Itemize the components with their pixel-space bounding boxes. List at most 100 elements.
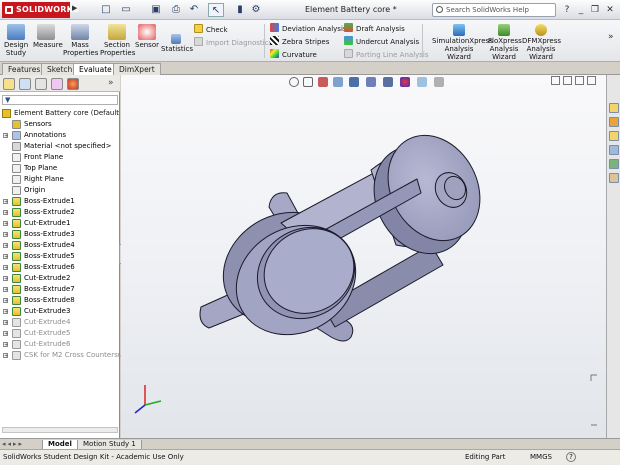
- import-diagnostics-button[interactable]: Import Diagnostics: [194, 37, 272, 48]
- expand-icon[interactable]: +: [3, 265, 8, 271]
- minimize-button[interactable]: _: [574, 4, 588, 16]
- ribbon-expand-icon[interactable]: »: [608, 32, 614, 42]
- status-help-icon[interactable]: ?: [566, 452, 576, 462]
- panel-expand-icon[interactable]: »: [108, 78, 114, 88]
- tree-item[interactable]: + Boss-Extrude6: [0, 262, 120, 273]
- tree-item-label: Material <not specified>: [24, 142, 112, 150]
- configuration-manager-tab-icon[interactable]: [35, 78, 47, 90]
- menu-arrow-icon[interactable]: ▶: [72, 4, 82, 16]
- expand-icon[interactable]: +: [3, 221, 8, 227]
- tree-item[interactable]: + CSK for M2 Cross Countersunk I: [0, 350, 135, 361]
- tree-item-label: Cut-Extrude2: [24, 274, 71, 282]
- measure-button[interactable]: Measure: [33, 24, 63, 49]
- dfmxpress-button[interactable]: DFMXpress Analysis Wizard: [522, 24, 561, 61]
- restore-button[interactable]: ❐: [588, 4, 602, 16]
- save-icon[interactable]: ▣: [148, 3, 164, 17]
- expand-icon[interactable]: +: [3, 298, 8, 304]
- import-diagnostics-icon: [194, 37, 203, 46]
- zebra-stripes-button[interactable]: Zebra Stripes: [270, 36, 329, 47]
- design-study-button[interactable]: Design Study: [4, 24, 28, 57]
- feature-icon: [12, 219, 21, 228]
- expand-icon[interactable]: +: [3, 276, 8, 282]
- tree-item[interactable]: Front Plane: [0, 152, 120, 163]
- options-icon[interactable]: ⚙: [248, 3, 264, 17]
- search-results-icon[interactable]: [609, 145, 619, 155]
- expand-icon[interactable]: +: [3, 254, 8, 260]
- status-units[interactable]: MMGS: [530, 450, 552, 464]
- undercut-analysis-button[interactable]: Undercut Analysis: [344, 36, 419, 47]
- tab-scroll-arrows-icon[interactable]: ◂◂▸▸: [2, 440, 24, 448]
- expand-icon[interactable]: +: [3, 199, 8, 205]
- expand-icon[interactable]: +: [3, 287, 8, 293]
- design-library-icon[interactable]: [609, 117, 619, 127]
- dimxpert-manager-tab-icon[interactable]: [51, 78, 63, 90]
- solidworks-logo[interactable]: SOLIDWORKS: [2, 2, 79, 18]
- feature-icon: [12, 285, 21, 294]
- tree-item[interactable]: Material <not specified>: [0, 141, 120, 152]
- file-explorer-icon[interactable]: [609, 131, 619, 141]
- check-button[interactable]: Check: [194, 24, 228, 35]
- expand-icon[interactable]: +: [3, 232, 8, 238]
- sensor-button[interactable]: Sensor: [135, 24, 159, 49]
- tree-item[interactable]: + Boss-Extrude8: [0, 295, 120, 306]
- appearances-icon[interactable]: [609, 173, 619, 183]
- tree-item[interactable]: + Cut-Extrude2: [0, 273, 120, 284]
- tree-item[interactable]: Origin: [0, 185, 120, 196]
- expand-icon[interactable]: +: [3, 133, 8, 139]
- mass-properties-button[interactable]: Mass Properties: [63, 24, 98, 57]
- expand-icon[interactable]: +: [3, 331, 8, 337]
- tree-item[interactable]: + Cut-Extrude4: [0, 317, 120, 328]
- open-folder-icon[interactable]: ▭: [118, 3, 134, 17]
- expand-icon[interactable]: +: [3, 243, 8, 249]
- tab-dimxpert[interactable]: DimXpert: [113, 63, 161, 75]
- view-palette-icon[interactable]: [609, 159, 619, 169]
- graphics-area[interactable]: [121, 75, 606, 438]
- tree-item[interactable]: + Boss-Extrude3: [0, 229, 120, 240]
- tree-item[interactable]: + Annotations: [0, 130, 120, 141]
- tree-item[interactable]: Right Plane: [0, 174, 120, 185]
- draft-analysis-button[interactable]: Draft Analysis: [344, 23, 405, 34]
- undo-icon[interactable]: ↶: [186, 3, 202, 17]
- new-document-icon[interactable]: □: [98, 3, 114, 17]
- expand-icon[interactable]: +: [3, 210, 8, 216]
- tree-item[interactable]: + Boss-Extrude1: [0, 196, 120, 207]
- statistics-button[interactable]: Statistics: [161, 34, 193, 53]
- select-arrow-icon[interactable]: ↖: [208, 3, 224, 17]
- print-icon[interactable]: ⎙: [168, 3, 184, 17]
- tree-item[interactable]: + Boss-Extrude7: [0, 284, 120, 295]
- floxpress-button[interactable]: FloXpress Analysis Wizard: [488, 24, 522, 61]
- tree-item[interactable]: + Cut-Extrude1: [0, 218, 120, 229]
- help-search-input[interactable]: Search SolidWorks Help: [432, 3, 556, 17]
- tree-item[interactable]: + Cut-Extrude3: [0, 306, 120, 317]
- simulationxpress-button[interactable]: SimulationXpress Analysis Wizard: [432, 24, 493, 61]
- rebuild-icon[interactable]: ▮: [232, 3, 248, 17]
- feature-manager-tab-icon[interactable]: [3, 78, 15, 90]
- tree-scrollbar[interactable]: [2, 427, 118, 433]
- parting-line-analysis-button[interactable]: Parting Line Analysis: [344, 49, 429, 60]
- design-study-label: Design Study: [4, 41, 29, 57]
- property-manager-tab-icon[interactable]: [19, 78, 31, 90]
- tree-item-label: Cut-Extrude1: [24, 219, 71, 227]
- deviation-analysis-button[interactable]: Deviation Analysis: [270, 23, 347, 34]
- section-properties-button[interactable]: Section Properties: [100, 24, 135, 57]
- tab-features[interactable]: Features: [2, 63, 47, 75]
- expand-icon[interactable]: +: [3, 309, 8, 315]
- display-manager-tab-icon[interactable]: [67, 78, 79, 90]
- help-dropdown-icon[interactable]: ?: [560, 4, 574, 16]
- curvature-button[interactable]: Curvature: [270, 49, 317, 60]
- solidworks-resources-icon[interactable]: [609, 103, 619, 113]
- tree-item[interactable]: + Cut-Extrude5: [0, 328, 120, 339]
- expand-icon[interactable]: +: [3, 320, 8, 326]
- tree-item[interactable]: + Boss-Extrude5: [0, 251, 120, 262]
- tree-item[interactable]: Top Plane: [0, 163, 120, 174]
- expand-icon[interactable]: +: [3, 353, 8, 359]
- tree-item[interactable]: + Boss-Extrude4: [0, 240, 120, 251]
- tree-item[interactable]: + Cut-Extrude6: [0, 339, 120, 350]
- tree-root[interactable]: Element Battery core (Default<<De: [14, 108, 120, 119]
- expand-icon[interactable]: +: [3, 342, 8, 348]
- tree-filter-input[interactable]: ▼: [2, 95, 118, 105]
- tree-item[interactable]: + Boss-Extrude2: [0, 207, 120, 218]
- part-model[interactable]: [121, 75, 606, 438]
- close-button[interactable]: ✕: [603, 4, 617, 16]
- tree-item[interactable]: Sensors: [0, 119, 120, 130]
